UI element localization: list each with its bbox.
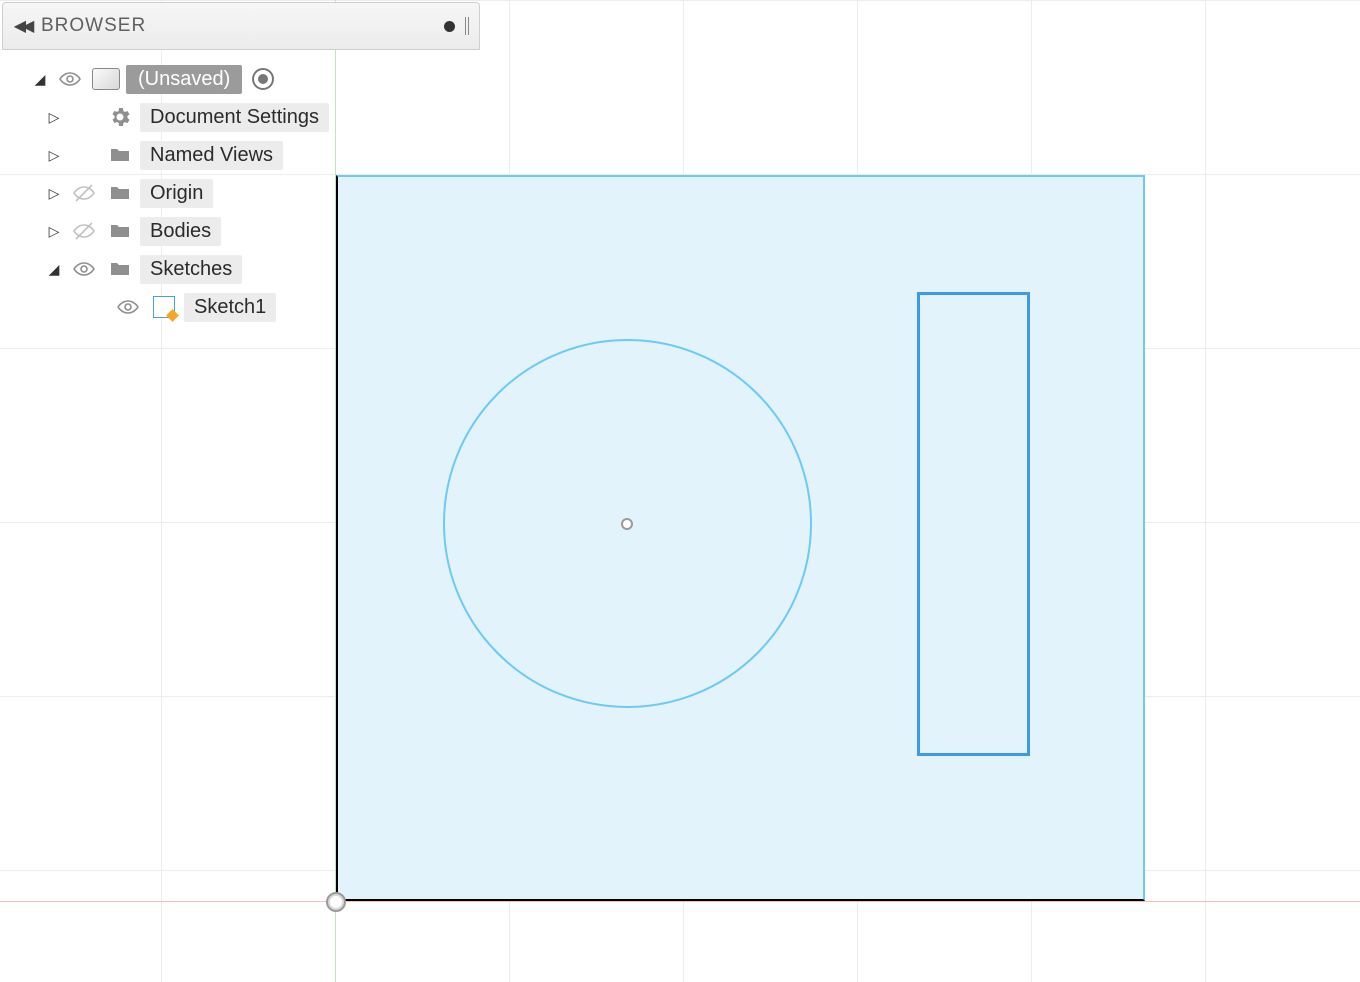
tree-item-label[interactable]: Sketches xyxy=(140,255,242,284)
panel-grip-icon[interactable] xyxy=(465,17,469,35)
expand-arrow-icon[interactable]: ▷ xyxy=(44,109,64,126)
sketch-inner-rect[interactable] xyxy=(917,292,1030,756)
sketch-icon xyxy=(148,296,180,318)
tree-item-label[interactable]: Bodies xyxy=(140,217,221,246)
expand-arrow-icon[interactable]: ▷ xyxy=(44,185,64,202)
folder-icon xyxy=(104,181,136,205)
tree-item-label[interactable]: Named Views xyxy=(140,141,283,170)
origin-point[interactable] xyxy=(326,892,346,912)
visibility-hidden-icon[interactable] xyxy=(68,219,100,243)
tree-item-document-settings[interactable]: ▷ Document Settings xyxy=(2,98,480,136)
tree-item-sketches[interactable]: ◢ Sketches xyxy=(2,250,480,288)
tree-item-named-views[interactable]: ▷ Named Views xyxy=(2,136,480,174)
visibility-eye-icon[interactable] xyxy=(68,257,100,281)
x-axis-line xyxy=(0,901,1360,902)
tree-item-sketch1[interactable]: Sketch1 xyxy=(2,288,480,326)
expand-arrow-icon[interactable]: ◢ xyxy=(44,261,64,278)
expand-arrow-icon[interactable]: ◢ xyxy=(30,71,50,88)
expand-arrow-icon[interactable]: ▷ xyxy=(44,223,64,240)
folder-icon xyxy=(104,219,136,243)
tree-item-bodies[interactable]: ▷ Bodies xyxy=(2,212,480,250)
tree-item-origin[interactable]: ▷ Origin xyxy=(2,174,480,212)
visibility-hidden-icon[interactable] xyxy=(68,181,100,205)
browser-tree: ◢ (Unsaved) ▷ Document Settings ▷ xyxy=(2,50,480,326)
gear-icon xyxy=(104,105,136,129)
tree-item-label[interactable]: Sketch1 xyxy=(184,293,276,322)
expand-arrow-icon[interactable]: ▷ xyxy=(44,147,64,164)
browser-header[interactable]: ◀◀ BROWSER xyxy=(2,2,480,50)
visibility-eye-icon[interactable] xyxy=(112,295,144,319)
activate-radio-icon[interactable] xyxy=(246,68,280,90)
sketch-center-point[interactable] xyxy=(621,518,633,530)
tree-item-label[interactable]: Origin xyxy=(140,179,213,208)
tree-item-label[interactable]: Document Settings xyxy=(140,103,329,132)
folder-icon xyxy=(104,143,136,167)
component-icon xyxy=(90,68,122,90)
panel-dot-icon[interactable] xyxy=(444,21,455,32)
collapse-panel-icon[interactable]: ◀◀ xyxy=(13,16,31,36)
browser-panel: ◀◀ BROWSER ◢ (Unsaved) ▷ xyxy=(2,2,480,326)
tree-root-row[interactable]: ◢ (Unsaved) xyxy=(2,60,480,98)
visibility-eye-icon[interactable] xyxy=(54,67,86,91)
browser-title: BROWSER xyxy=(41,15,434,37)
folder-icon xyxy=(104,257,136,281)
tree-root-label[interactable]: (Unsaved) xyxy=(126,65,242,94)
